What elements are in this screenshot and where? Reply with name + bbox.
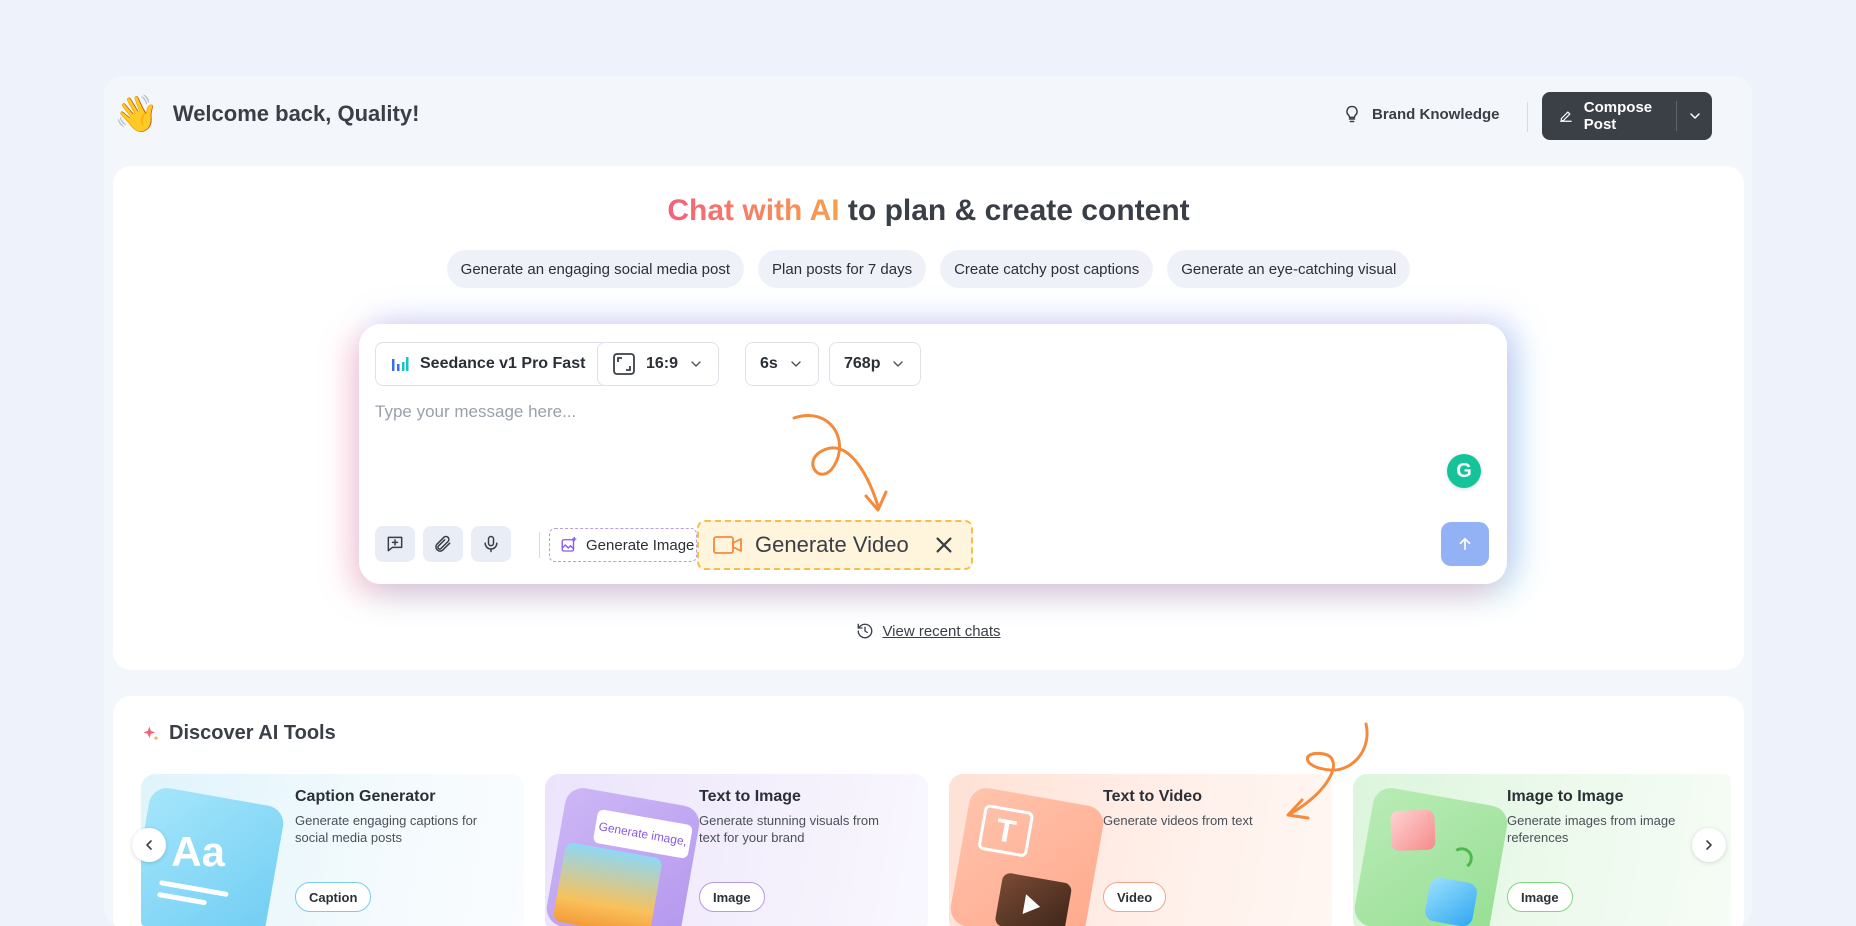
duration-value: 6s: [760, 355, 778, 372]
paperclip-icon: [435, 535, 451, 552]
compose-options-dropdown[interactable]: [1677, 92, 1712, 140]
aspect-ratio-select[interactable]: 16:9: [597, 342, 720, 386]
text-to-video-art-icon: T: [949, 785, 1107, 926]
prompt-button[interactable]: [375, 526, 415, 562]
voice-input-button[interactable]: [471, 526, 511, 562]
discover-ai-tools: Discover AI Tools Aa Caption Generator G…: [113, 696, 1744, 926]
microphone-icon: [484, 535, 498, 553]
resolution-value: 768p: [844, 355, 881, 372]
close-icon[interactable]: [933, 534, 955, 556]
suggestion-chip[interactable]: Create catchy post captions: [940, 250, 1154, 288]
waving-hand-icon: 👋: [114, 93, 159, 134]
message-input[interactable]: [375, 400, 1255, 424]
chat-plus-icon: [387, 536, 403, 552]
tool-card-text-to-image[interactable]: Generate image, Text to Image Generate s…: [545, 774, 928, 926]
sparkles-icon: [143, 726, 159, 741]
tool-card-caption-generator[interactable]: Aa Caption Generator Generate engaging c…: [141, 774, 524, 926]
card-title: Caption Generator: [295, 788, 436, 805]
page-title: Chat with AI to plan & create content: [667, 194, 1190, 227]
pencil-icon: [1560, 111, 1572, 122]
message-composer: Seedance v1 Pro Fast 16:9 6s 768p G: [359, 324, 1507, 584]
welcome-text: Welcome back, Quality!: [172, 101, 420, 126]
card-tag[interactable]: Video: [1103, 882, 1167, 912]
lightbulb-icon: [1346, 105, 1358, 123]
section-title: Discover AI Tools: [141, 722, 336, 745]
card-description: Generate stunning visuals from text for …: [699, 813, 879, 845]
welcome-banner: 👋 Welcome back, Quality!: [114, 94, 419, 134]
compose-post-button[interactable]: Compose Post: [1542, 92, 1676, 140]
compose-post-label: Compose Post: [1583, 99, 1653, 133]
suggestion-chip[interactable]: Generate an engaging social media post: [446, 250, 745, 288]
compose-post-split-button: Compose Post: [1542, 92, 1712, 140]
aspect-ratio-value: 16:9: [646, 355, 679, 372]
model-select-value: Seedance v1 Pro Fast: [420, 355, 586, 372]
card-description: Generate videos from text: [1103, 813, 1253, 828]
tool-card-text-to-video[interactable]: T Text to Video Generate videos from tex…: [949, 774, 1332, 926]
card-description: Generate images from image references: [1507, 813, 1676, 845]
brand-knowledge-label: Brand Knowledge: [1372, 105, 1500, 123]
chevron-left-icon: [146, 840, 152, 850]
video-camera-icon: [713, 536, 742, 554]
history-icon: [858, 623, 873, 639]
duration-select[interactable]: 6s: [745, 342, 819, 386]
card-title: Text to Video: [1103, 788, 1202, 805]
card-title: Text to Image: [699, 788, 801, 805]
generate-video-chip: Generate Video: [697, 520, 973, 570]
header-divider: [1527, 102, 1528, 132]
generate-image-button[interactable]: Generate Image: [549, 528, 697, 562]
chevron-down-icon: [791, 361, 801, 367]
card-tag[interactable]: Caption: [295, 882, 372, 912]
aspect-ratio-icon: [613, 353, 635, 375]
card-title: Image to Image: [1507, 788, 1624, 805]
chat-panel: Chat with AI to plan & create content Ge…: [113, 166, 1744, 670]
card-tag[interactable]: Image: [699, 882, 765, 912]
card-description: Generate engaging captions for social me…: [295, 813, 478, 845]
tool-card-image-to-image[interactable]: Image to Image Generate images from imag…: [1353, 774, 1731, 926]
model-bars-icon: [392, 357, 409, 371]
image-sparkle-icon: [561, 536, 577, 552]
suggestion-chip[interactable]: Plan posts for 7 days: [758, 250, 927, 288]
caption-art-icon: Aa: [141, 785, 287, 926]
recent-chats: View recent chats: [113, 622, 1744, 640]
arrow-up-icon: [1459, 537, 1471, 551]
chevron-right-icon: [1706, 840, 1712, 850]
carousel-prev-button[interactable]: [132, 828, 166, 862]
brand-knowledge-button[interactable]: Brand Knowledge: [1342, 104, 1500, 124]
attach-button[interactable]: [423, 526, 463, 562]
grammarly-icon[interactable]: G: [1447, 454, 1481, 488]
generate-image-label: Generate Image: [586, 536, 695, 554]
carousel-next-button[interactable]: [1692, 828, 1726, 862]
model-select[interactable]: Seedance v1 Pro Fast: [375, 342, 627, 386]
app-shell: 👋 Welcome back, Quality! Brand Knowledge…: [104, 76, 1752, 926]
chevron-down-icon: [1689, 113, 1700, 119]
suggestion-chips: Generate an engaging social media post P…: [113, 250, 1744, 288]
suggestion-chip[interactable]: Generate an eye-catching visual: [1167, 250, 1411, 288]
tool-carousel: Aa Caption Generator Generate engaging c…: [141, 774, 1731, 926]
chevron-down-icon: [893, 361, 904, 367]
chevron-down-icon: [691, 361, 701, 367]
image-to-image-art-icon: [1353, 785, 1511, 926]
view-recent-chats-link[interactable]: View recent chats: [882, 623, 1000, 640]
send-button[interactable]: [1441, 522, 1489, 566]
generate-video-label: Generate Video: [755, 532, 909, 557]
text-to-image-art-icon: Generate image,: [545, 785, 703, 926]
card-tag[interactable]: Image: [1507, 882, 1573, 912]
resolution-select[interactable]: 768p: [829, 342, 922, 386]
